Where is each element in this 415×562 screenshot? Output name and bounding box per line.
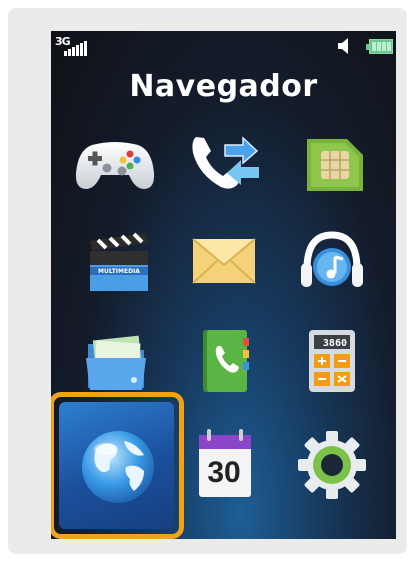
battery-icon [366, 39, 393, 54]
calendar-day: 30 [207, 456, 241, 489]
phonebook-icon [203, 330, 249, 392]
envelope-icon [192, 238, 256, 284]
menu-item-calendar[interactable]: 30 [181, 423, 267, 503]
menu-item-call-log[interactable] [181, 123, 267, 203]
gear-icon [298, 431, 366, 499]
sim-card-icon [307, 139, 363, 191]
globe-icon [82, 431, 154, 503]
menu-item-calculator[interactable]: 3860 [289, 320, 375, 400]
menu-item-settings[interactable] [289, 423, 375, 503]
menu-item-sim-card[interactable] [289, 123, 375, 203]
menu-item-files[interactable] [72, 320, 158, 400]
phone-screen: 3G Navegador MULTIMEDIA 3860 30 [51, 31, 396, 539]
network-type: 3G [55, 35, 71, 48]
menu-item-multimedia[interactable]: MULTIMEDIA [72, 221, 158, 301]
gamepad-icon [75, 142, 155, 189]
headphones-icon [301, 231, 363, 287]
folder-icon [86, 335, 146, 390]
phone-arrows-icon [192, 136, 259, 189]
multimedia-label: MULTIMEDIA [98, 268, 140, 275]
calculator-display: 3860 [323, 338, 347, 349]
status-bar: 3G [51, 31, 396, 61]
menu-item-contacts[interactable] [181, 320, 267, 400]
menu-item-messages[interactable] [181, 221, 267, 301]
screen-title: Navegador [129, 69, 318, 104]
menu-item-games[interactable] [72, 123, 158, 203]
menu-item-browser[interactable] [74, 423, 162, 511]
clapperboard-icon: MULTIMEDIA [90, 232, 148, 291]
menu-item-music[interactable] [289, 221, 375, 301]
speaker-icon [338, 38, 348, 54]
screenshot-frame: 3G Navegador MULTIMEDIA 3860 30 [8, 8, 407, 554]
calculator-icon: 3860 [309, 330, 355, 392]
